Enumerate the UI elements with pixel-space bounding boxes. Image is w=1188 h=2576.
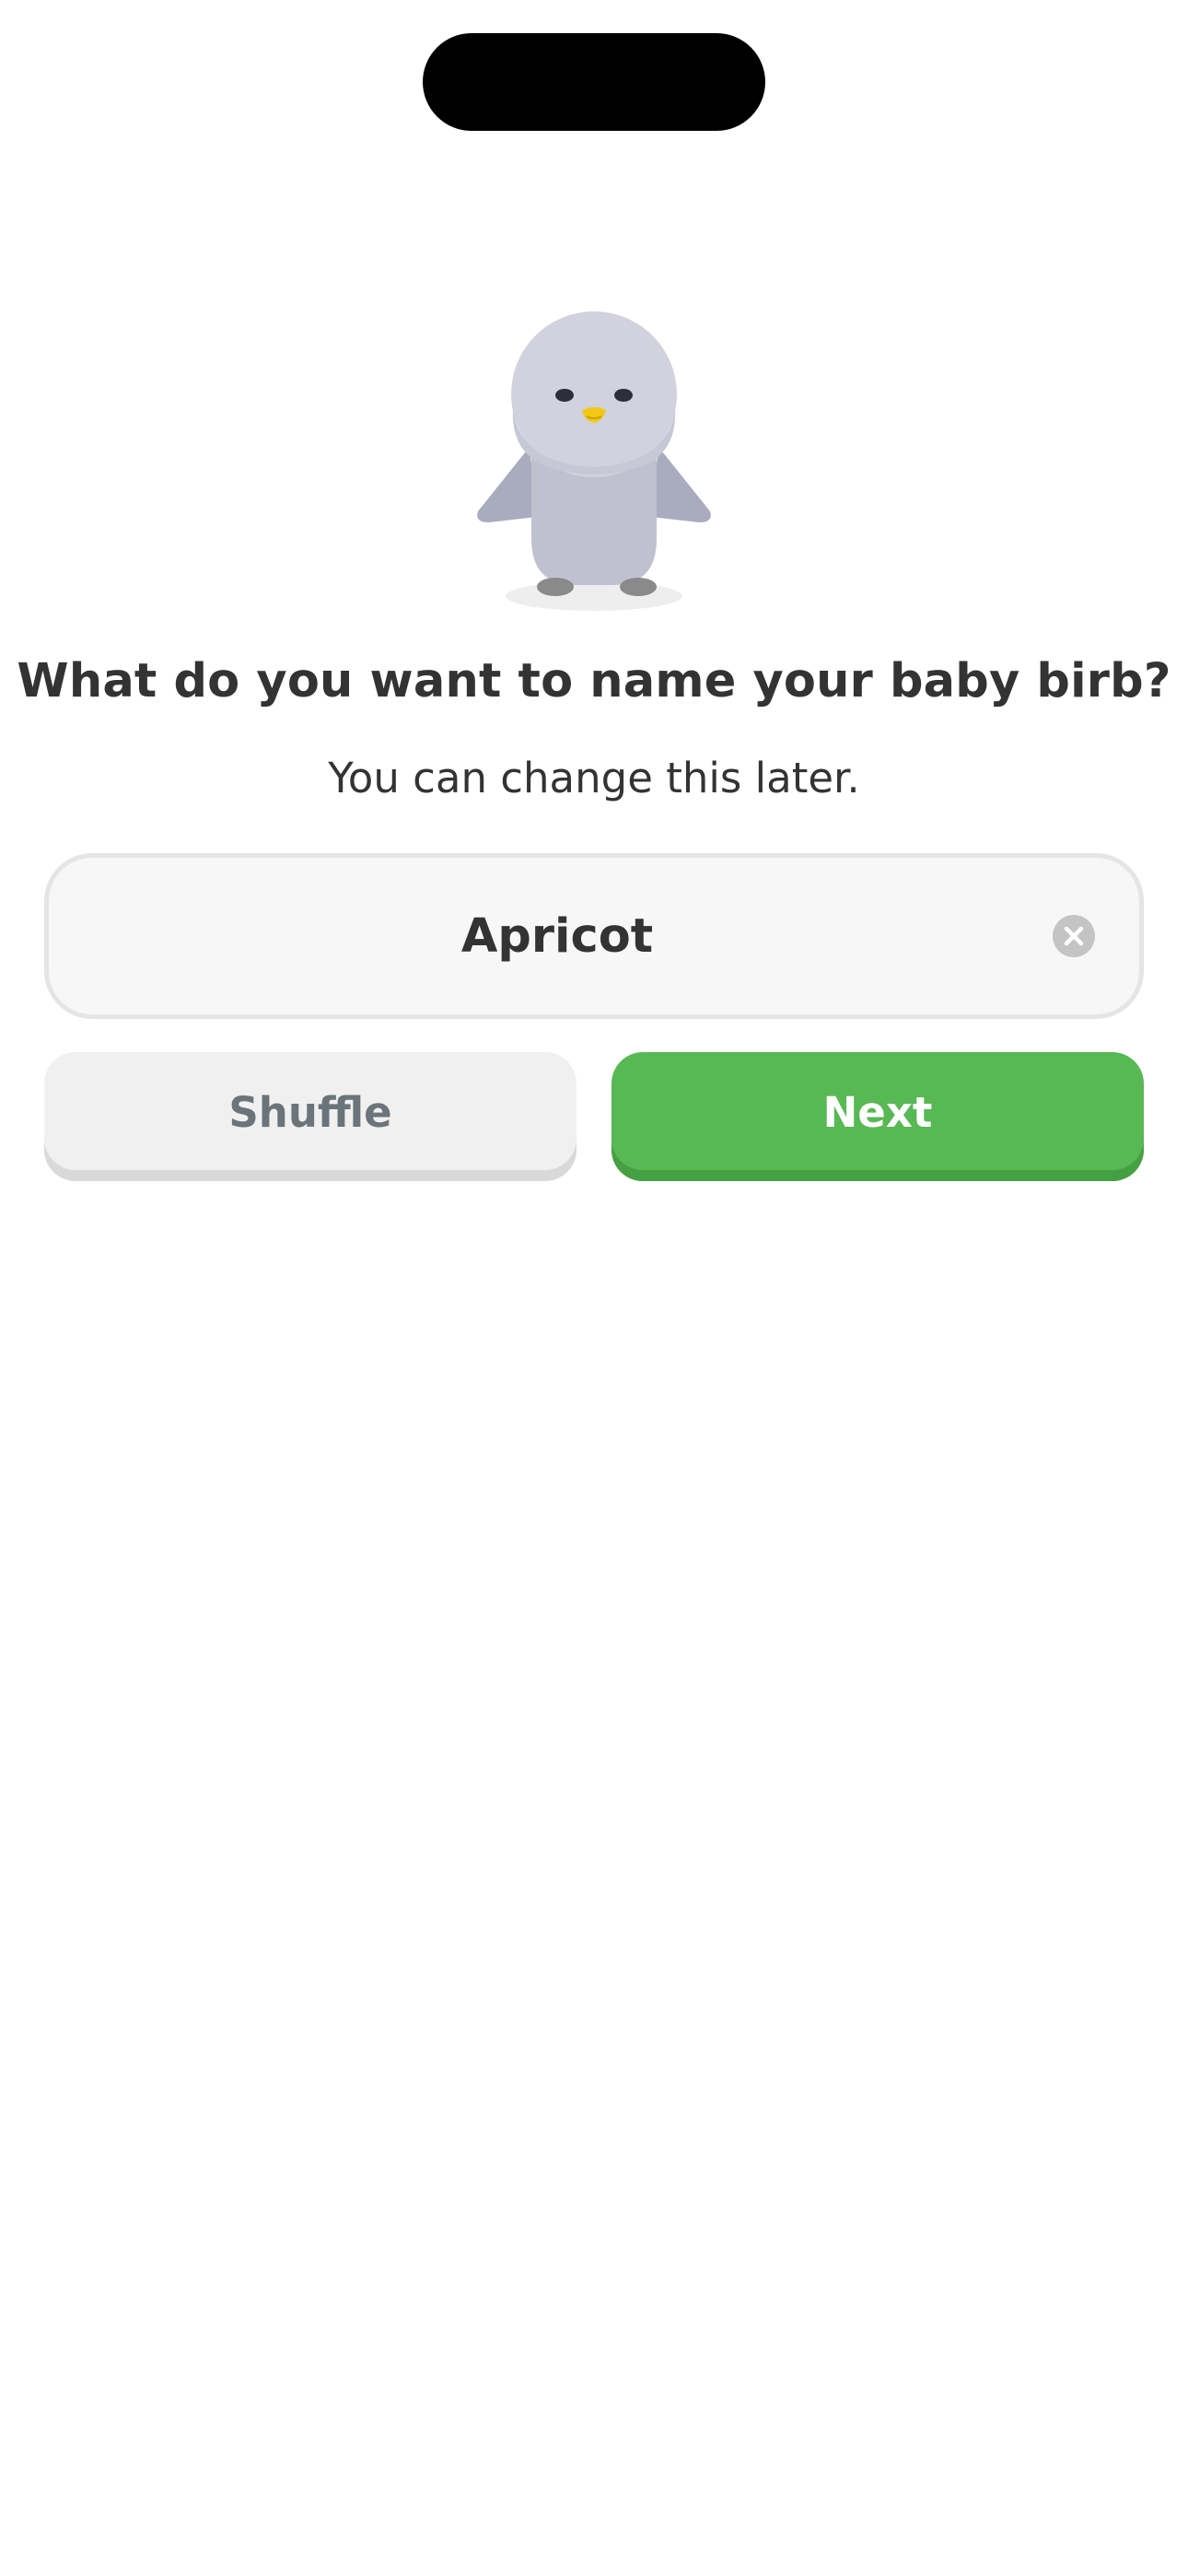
baby-bird-mascot (465, 309, 723, 622)
bird-illustration-icon (477, 311, 711, 611)
next-button[interactable]: Next (611, 1052, 1144, 1181)
dynamic-island (423, 33, 765, 131)
bird-name-field[interactable] (44, 853, 1144, 1019)
page-subtitle: You can change this later. (328, 754, 860, 802)
page-title: What do you want to name your baby birb? (17, 654, 1171, 708)
shuffle-button[interactable]: Shuffle (44, 1052, 577, 1181)
shuffle-button-label: Shuffle (228, 1087, 392, 1137)
onboarding-screen: What do you want to name your baby birb?… (0, 0, 1188, 2576)
bird-name-input[interactable] (49, 858, 1139, 1014)
next-button-label: Next (822, 1087, 933, 1137)
clear-icon[interactable] (1053, 915, 1095, 957)
